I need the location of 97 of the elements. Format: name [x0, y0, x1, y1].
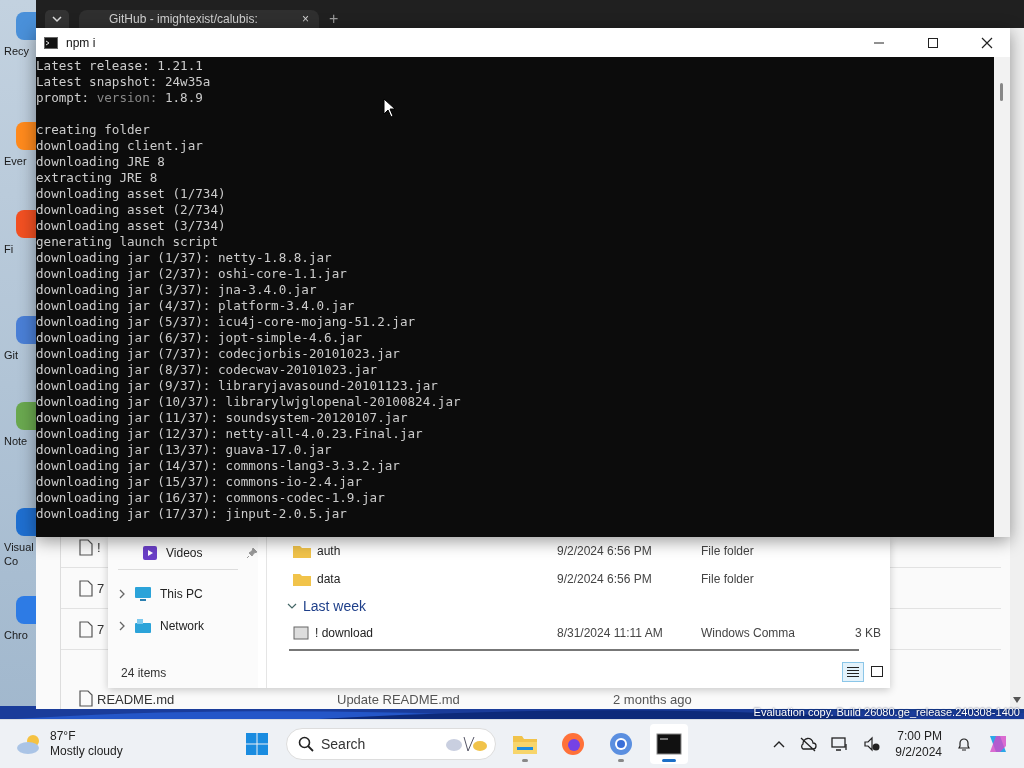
console-line: downloading jar (12/37): netty-all-4.0.23.Final.jar [36, 426, 424, 442]
horizontal-scrollbar[interactable] [289, 649, 859, 651]
nav-item[interactable]: This PC [118, 578, 258, 610]
console-line: downloading JRE 8 [36, 154, 166, 170]
app-icon[interactable] [16, 122, 36, 150]
file-link[interactable]: 7 [97, 621, 105, 637]
browser-tab[interactable]: GitHub - imightexist/calubis: × [79, 10, 319, 28]
commit-age: 2 months ago [613, 692, 693, 707]
file-row[interactable]: auth 9/2/2024 6:56 PM File folder [287, 537, 890, 565]
console-line: downloading jar (1/37): netty-1.8.8.jar [36, 250, 333, 266]
commit-message[interactable]: Update README.md [337, 692, 460, 707]
console-line: downloading jar (6/37): jopt-simple-4.6.jar [36, 330, 364, 346]
icon-label: Visual Co [4, 540, 34, 568]
mouse-pointer-icon [383, 98, 397, 118]
file-row[interactable]: ! download 8/31/2024 11:11 AM Windows Comma 3 KB [287, 619, 890, 647]
file-icon [79, 538, 93, 556]
console-line: downloading asset (2/734) [36, 202, 227, 218]
new-tab-button[interactable]: + [329, 10, 339, 28]
file-icon [79, 620, 93, 638]
console-line: creating folder [36, 122, 151, 138]
console-line: downloading jar (15/37): commons-io-2.4.jar [36, 474, 364, 490]
console-line: downloading jar (16/37): commons-codec-1.9.jar [36, 490, 386, 506]
collapse-icon[interactable] [287, 602, 297, 610]
scrollbar-thumb[interactable] [1000, 83, 1003, 101]
file-icon [79, 579, 93, 597]
monitor-icon [134, 586, 152, 602]
console-line: prompt: version: 1.8.9 [36, 90, 204, 106]
video-icon [142, 545, 158, 561]
icon-label: Git [4, 348, 19, 362]
console-line: generating launch script [36, 234, 219, 250]
console-line: downloading jar (17/37): jinput-2.0.5.jar [36, 506, 348, 522]
console-line: downloading jar (8/37): codecwav-20101023.jar [36, 362, 379, 378]
console-line: downloading jar (14/37): commons-lang3-3.3.2.jar [36, 458, 401, 474]
search-icon [298, 736, 314, 752]
item-count: 24 items [121, 666, 167, 680]
file-icon [79, 690, 93, 707]
console-line: downloading jar (5/37): icu4j-core-mojang-51.2.jar [36, 314, 417, 330]
list-icon [846, 666, 860, 678]
file-link[interactable]: 7 [97, 580, 105, 596]
clock[interactable]: 7:00 PM 9/2/2024 [895, 728, 942, 760]
console-line: downloading jar (10/37): librarylwjglopenal-20100824.jar [36, 394, 462, 410]
group-header[interactable]: Last week [287, 593, 890, 619]
weather-widget[interactable]: 87°F Mostly cloudy [0, 729, 216, 759]
window-title: npm i [66, 35, 96, 50]
console-line: downloading client.jar [36, 138, 204, 154]
console-line: downloading jar (9/37): libraryjavasound-20101123.jar [36, 378, 439, 394]
console-line: downloading asset (3/734) [36, 218, 227, 234]
app-icon[interactable] [16, 402, 36, 430]
watermark-text: Evaluation copy. Build 26080.ge_release.240308-1400 [753, 706, 1020, 718]
close-icon [981, 36, 993, 49]
app-icon[interactable] [16, 210, 36, 238]
console-line: downloading jar (13/37): guava-17.0.jar [36, 442, 333, 458]
folder-icon [293, 572, 311, 586]
console-icon [44, 36, 58, 49]
console-line: Latest release: 1.21.1 [36, 58, 204, 74]
console-icon [656, 733, 682, 755]
maximize-icon [927, 36, 939, 49]
app-icon[interactable] [16, 12, 36, 40]
console-line: Latest snapshot: 24w35a [36, 74, 212, 90]
volume-muted-icon[interactable] [863, 736, 882, 752]
script-file-icon [293, 626, 309, 640]
icon-label: Chro [4, 628, 28, 642]
chevron-icon [52, 14, 62, 24]
console-line: downloading asset (1/734) [36, 186, 227, 202]
folder-icon [512, 733, 538, 755]
icon-label: Recy [4, 44, 30, 58]
console-line: downloading jar (4/37): platform-3.4.0.jar [36, 298, 356, 314]
taskbar-app-button[interactable] [650, 724, 688, 764]
app-icon[interactable] [16, 508, 36, 536]
console-line: downloading jar (11/37): soundsystem-20120107.jar [36, 410, 409, 426]
app-icon[interactable] [16, 316, 36, 344]
tab-menu-button[interactable] [45, 10, 69, 28]
cloud-off-icon[interactable] [799, 736, 818, 752]
view-button[interactable] [842, 662, 864, 682]
icon-label: Note [4, 434, 28, 448]
icon-label: Ever [4, 154, 27, 168]
console-line: downloading jar (7/37): codecjorbis-20101023.jar [36, 346, 401, 362]
square-icon [870, 666, 884, 678]
chevron-up-icon[interactable] [773, 740, 786, 748]
file-row[interactable]: data 9/2/2024 6:56 PM File folder [287, 565, 890, 593]
windows-logo-icon [245, 732, 269, 756]
expand-icon[interactable] [118, 589, 126, 599]
browser-icon [609, 732, 633, 756]
search-field[interactable]: Search [286, 728, 496, 760]
file-link[interactable]: ! [97, 539, 101, 555]
nav-item[interactable]: Network [118, 610, 258, 642]
scroll-down-icon[interactable] [1013, 697, 1021, 703]
expand-icon[interactable] [118, 621, 126, 631]
bell-icon[interactable] [956, 736, 972, 752]
icon-label: Fi [4, 242, 14, 256]
console-line: extracting JRE 8 [36, 170, 159, 186]
file-link[interactable]: README.md [97, 692, 175, 707]
console-line: downloading jar (3/37): jna-3.4.0.jar [36, 282, 318, 298]
nav-item[interactable]: Videos [118, 537, 258, 569]
scrollbar[interactable] [1010, 28, 1024, 709]
folder-icon [293, 544, 311, 558]
console-line: downloading jar (2/37): oshi-core-1.1.jar [36, 266, 348, 282]
